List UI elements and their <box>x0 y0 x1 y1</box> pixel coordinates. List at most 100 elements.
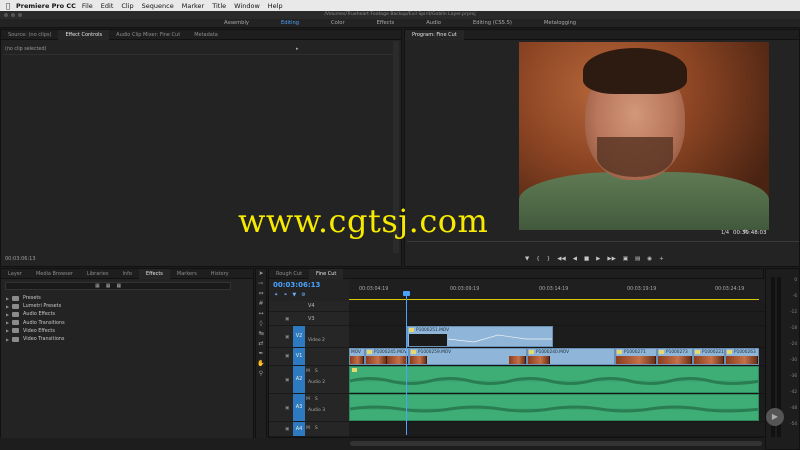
tab-layer[interactable]: Layer <box>1 269 29 279</box>
resolution-select[interactable]: 1/4 <box>721 230 729 236</box>
expand-arrow-icon[interactable]: ▸ <box>296 46 299 52</box>
track-buttons[interactable]: MS <box>306 426 318 431</box>
lift-icon[interactable]: ▣ <box>623 256 628 262</box>
track-lane-a3[interactable] <box>349 394 765 422</box>
tab-program[interactable]: Program: Fine Cut <box>405 29 464 40</box>
track-target-v1[interactable]: V1 <box>293 348 305 365</box>
video-clip[interactable]: P1000263 <box>725 348 759 365</box>
yuv-effects-icon[interactable]: ▦ <box>116 283 121 289</box>
track-lane-v1[interactable]: MOV P1000245.MOV P1000259.MOV P1000240.M… <box>349 348 765 366</box>
track-lane-v2[interactable]: P1000251.MOV <box>349 326 765 348</box>
track-lane-a2[interactable] <box>349 366 765 394</box>
razor-icon[interactable]: ◊ <box>256 319 266 329</box>
workspace-assembly[interactable]: Assembly <box>224 20 249 26</box>
track-target-a4[interactable]: A4 <box>293 422 305 436</box>
video-clip[interactable]: P1000240.MOV <box>527 348 615 365</box>
add-marker-icon[interactable]: ▼ <box>292 292 296 298</box>
tab-source[interactable]: Source: (no clips) <box>1 30 58 40</box>
track-target-a2[interactable]: A2 <box>293 366 305 393</box>
menu-file[interactable]: File <box>82 2 93 10</box>
lock-icon[interactable]: ▣ <box>285 354 289 359</box>
play-overlay-icon[interactable]: ▶ <box>766 408 784 426</box>
effects-item-video-effects[interactable]: ▶ Video Effects <box>6 327 65 335</box>
track-buttons[interactable]: MS <box>306 397 318 402</box>
timeline-ruler[interactable]: 00:03:04:19 00:03:09:19 00:03:14:19 00:0… <box>349 279 765 301</box>
tab-rough-cut[interactable]: Rough Cut <box>269 269 309 279</box>
playhead-line[interactable] <box>406 293 407 435</box>
track-select-icon[interactable]: ⇨ <box>256 279 266 289</box>
menu-sequence[interactable]: Sequence <box>142 2 174 10</box>
lock-icon[interactable]: ▣ <box>285 406 289 411</box>
work-area-bar[interactable] <box>349 299 759 300</box>
workspace-effects[interactable]: Effects <box>377 20 395 26</box>
audio-clip-a3[interactable] <box>349 394 759 421</box>
timeline-zoom-scrollbar[interactable] <box>350 441 762 446</box>
lock-icon[interactable]: ▣ <box>285 335 289 340</box>
stop-icon[interactable]: ■ <box>584 256 589 262</box>
lock-icon[interactable]: ▣ <box>285 427 289 432</box>
window-controls[interactable] <box>4 13 22 17</box>
track-target-a3[interactable]: A3 <box>293 394 305 421</box>
marker-icon[interactable]: ▼ <box>525 256 529 262</box>
menu-window[interactable]: Window <box>234 2 260 10</box>
track-lane-a4[interactable] <box>349 422 765 437</box>
rolling-edit-icon[interactable]: # <box>256 299 266 309</box>
mark-in-icon[interactable]: { <box>536 256 540 262</box>
slip-icon[interactable]: ↹ <box>256 329 266 339</box>
effects-item-video-transitions[interactable]: ▶ Video Transitions <box>6 335 65 343</box>
workspace-color[interactable]: Color <box>331 20 345 26</box>
accelerated-effects-icon[interactable]: ▦ <box>95 283 100 289</box>
tab-media-browser[interactable]: Media Browser <box>29 269 80 279</box>
step-forward-icon[interactable]: ▶ <box>596 256 600 262</box>
effects-item-audio-transitions[interactable]: ▶ Audio Transitions <box>6 319 65 327</box>
track-buttons[interactable]: MS <box>306 369 318 374</box>
go-to-out-icon[interactable]: ▶▶ <box>607 256 615 262</box>
video-clip[interactable]: P1000245.MOV <box>365 348 409 365</box>
video-clip[interactable]: P1000271 <box>615 348 657 365</box>
video-clip[interactable]: P1000259.MOV <box>409 348 527 365</box>
lock-icon[interactable]: ▣ <box>285 317 289 322</box>
menu-edit[interactable]: Edit <box>101 2 114 10</box>
lock-icon[interactable]: ▣ <box>285 378 289 383</box>
32bit-effects-icon[interactable]: ▦ <box>106 283 111 289</box>
video-clip-v2[interactable]: P1000251.MOV <box>407 326 553 347</box>
workspace-audio[interactable]: Audio <box>426 20 441 26</box>
track-lane-v3[interactable] <box>349 312 765 326</box>
track-lane-v4[interactable] <box>349 301 765 312</box>
menu-title[interactable]: Title <box>212 2 226 10</box>
wrench-icon[interactable]: ⚙ <box>301 292 305 298</box>
app-name[interactable]: Premiere Pro CC <box>16 2 76 10</box>
apple-icon[interactable]:  <box>3 2 13 10</box>
effects-item-presets[interactable]: ▶ Presets <box>6 294 65 302</box>
hand-icon[interactable]: ✋ <box>256 359 266 369</box>
zoom-icon[interactable]: ⚲ <box>256 369 266 379</box>
audio-clip-a2[interactable] <box>349 366 759 393</box>
timeline-timecode[interactable]: 00:03:06:13 <box>273 281 320 289</box>
snap-icon[interactable]: ✦ <box>274 292 278 298</box>
menu-marker[interactable]: Marker <box>182 2 204 10</box>
video-clip[interactable]: MOV <box>349 348 365 365</box>
go-to-in-icon[interactable]: ◀◀ <box>557 256 565 262</box>
tab-audio-clip-mixer[interactable]: Audio Clip Mixer: Fine Cut <box>109 30 187 40</box>
tab-fine-cut[interactable]: Fine Cut <box>309 268 344 279</box>
selection-tool-icon[interactable]: ➤ <box>256 269 266 279</box>
tab-history[interactable]: History <box>204 269 236 279</box>
pen-icon[interactable]: ✒ <box>256 349 266 359</box>
effects-item-audio-effects[interactable]: ▶ Audio Effects <box>6 310 65 318</box>
effects-item-lumetri-presets[interactable]: ▶ Lumetri Presets <box>6 302 65 310</box>
ripple-edit-icon[interactable]: ⇔ <box>256 289 266 299</box>
tab-libraries[interactable]: Libraries <box>80 269 116 279</box>
add-button-icon[interactable]: + <box>659 256 664 262</box>
workspace-metalogging[interactable]: Metalogging <box>544 20 576 26</box>
program-scrub-bar[interactable] <box>407 241 799 242</box>
menu-help[interactable]: Help <box>268 2 283 10</box>
tab-markers[interactable]: Markers <box>170 269 204 279</box>
track-target-v2[interactable]: V2 <box>293 326 305 347</box>
tab-effects[interactable]: Effects <box>138 268 170 279</box>
extract-icon[interactable]: ▤ <box>635 256 640 262</box>
step-back-icon[interactable]: ◀ <box>573 256 577 262</box>
rate-stretch-icon[interactable]: ↔ <box>256 309 266 319</box>
menu-clip[interactable]: Clip <box>121 2 133 10</box>
slide-icon[interactable]: ⇄ <box>256 339 266 349</box>
export-frame-icon[interactable]: ◉ <box>647 256 652 262</box>
